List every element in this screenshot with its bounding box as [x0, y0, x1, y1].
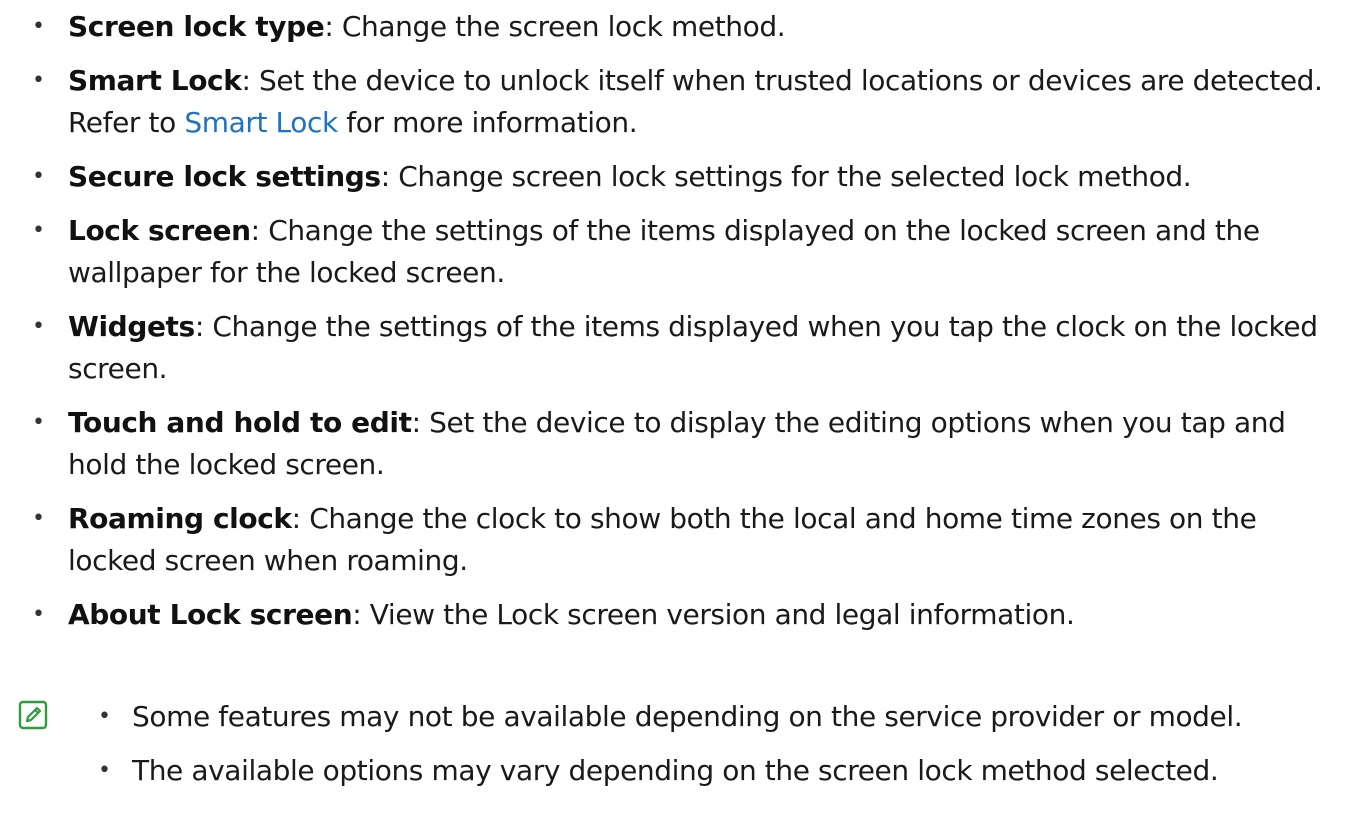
list-item-smart-lock: • Smart Lock: Set the device to unlock i… — [28, 60, 1348, 144]
bullet: • — [32, 14, 45, 39]
bullet: • — [98, 758, 111, 783]
item-term: Secure lock settings — [68, 160, 381, 193]
item-text: Change screen lock settings for the sele… — [398, 160, 1192, 193]
bullet: • — [32, 506, 45, 531]
settings-list: • Screen lock type: Change the screen lo… — [28, 6, 1348, 648]
item-text: Change the settings of the items display… — [68, 310, 1318, 385]
list-item-touch-and-hold: • Touch and hold to edit: Set the device… — [28, 402, 1348, 486]
item-text: View the Lock screen version and legal i… — [369, 598, 1075, 631]
item-separator: : — [380, 160, 399, 193]
bullet: • — [98, 704, 111, 729]
item-separator: : — [324, 10, 342, 43]
item-term: Widgets — [68, 310, 195, 343]
item-separator: : — [411, 406, 430, 439]
item-separator: : — [250, 214, 269, 247]
item-separator: : — [291, 502, 310, 535]
list-item-widgets: • Widgets: Change the settings of the it… — [28, 306, 1348, 390]
list-item-screen-lock-type: • Screen lock type: Change the screen lo… — [28, 6, 1348, 48]
item-separator: : — [241, 64, 260, 97]
item-text: Change the screen lock method. — [341, 10, 786, 43]
bullet: • — [32, 68, 45, 93]
item-term: Screen lock type — [68, 10, 325, 43]
bullet: • — [32, 314, 45, 339]
note-item: • Some features may not be available dep… — [96, 696, 1356, 738]
note-item: • The available options may vary dependi… — [96, 750, 1356, 792]
bullet: • — [32, 164, 45, 189]
item-separator: : — [352, 598, 370, 631]
list-item-roaming-clock: • Roaming clock: Change the clock to sho… — [28, 498, 1348, 582]
item-text-after: for more information. — [337, 106, 638, 139]
note-pencil-icon — [18, 700, 48, 730]
note-list: • Some features may not be available dep… — [96, 696, 1356, 804]
item-term: Smart Lock — [68, 64, 242, 97]
list-item-about-lock-screen: • About Lock screen: View the Lock scree… — [28, 594, 1348, 636]
item-term: Touch and hold to edit — [68, 406, 412, 439]
item-term: Roaming clock — [68, 502, 292, 535]
item-term: About Lock screen — [68, 598, 353, 631]
item-term: Lock screen — [68, 214, 251, 247]
item-separator: : — [194, 310, 213, 343]
bullet: • — [32, 602, 45, 627]
note-text: Some features may not be available depen… — [132, 700, 1243, 733]
bullet: • — [32, 410, 45, 435]
page: • Screen lock type: Change the screen lo… — [0, 0, 1362, 819]
note-text: The available options may vary depending… — [132, 754, 1219, 787]
list-item-secure-lock-settings: • Secure lock settings: Change screen lo… — [28, 156, 1348, 198]
list-item-lock-screen: • Lock screen: Change the settings of th… — [28, 210, 1348, 294]
smart-lock-link[interactable]: Smart Lock — [184, 106, 338, 139]
bullet: • — [32, 218, 45, 243]
